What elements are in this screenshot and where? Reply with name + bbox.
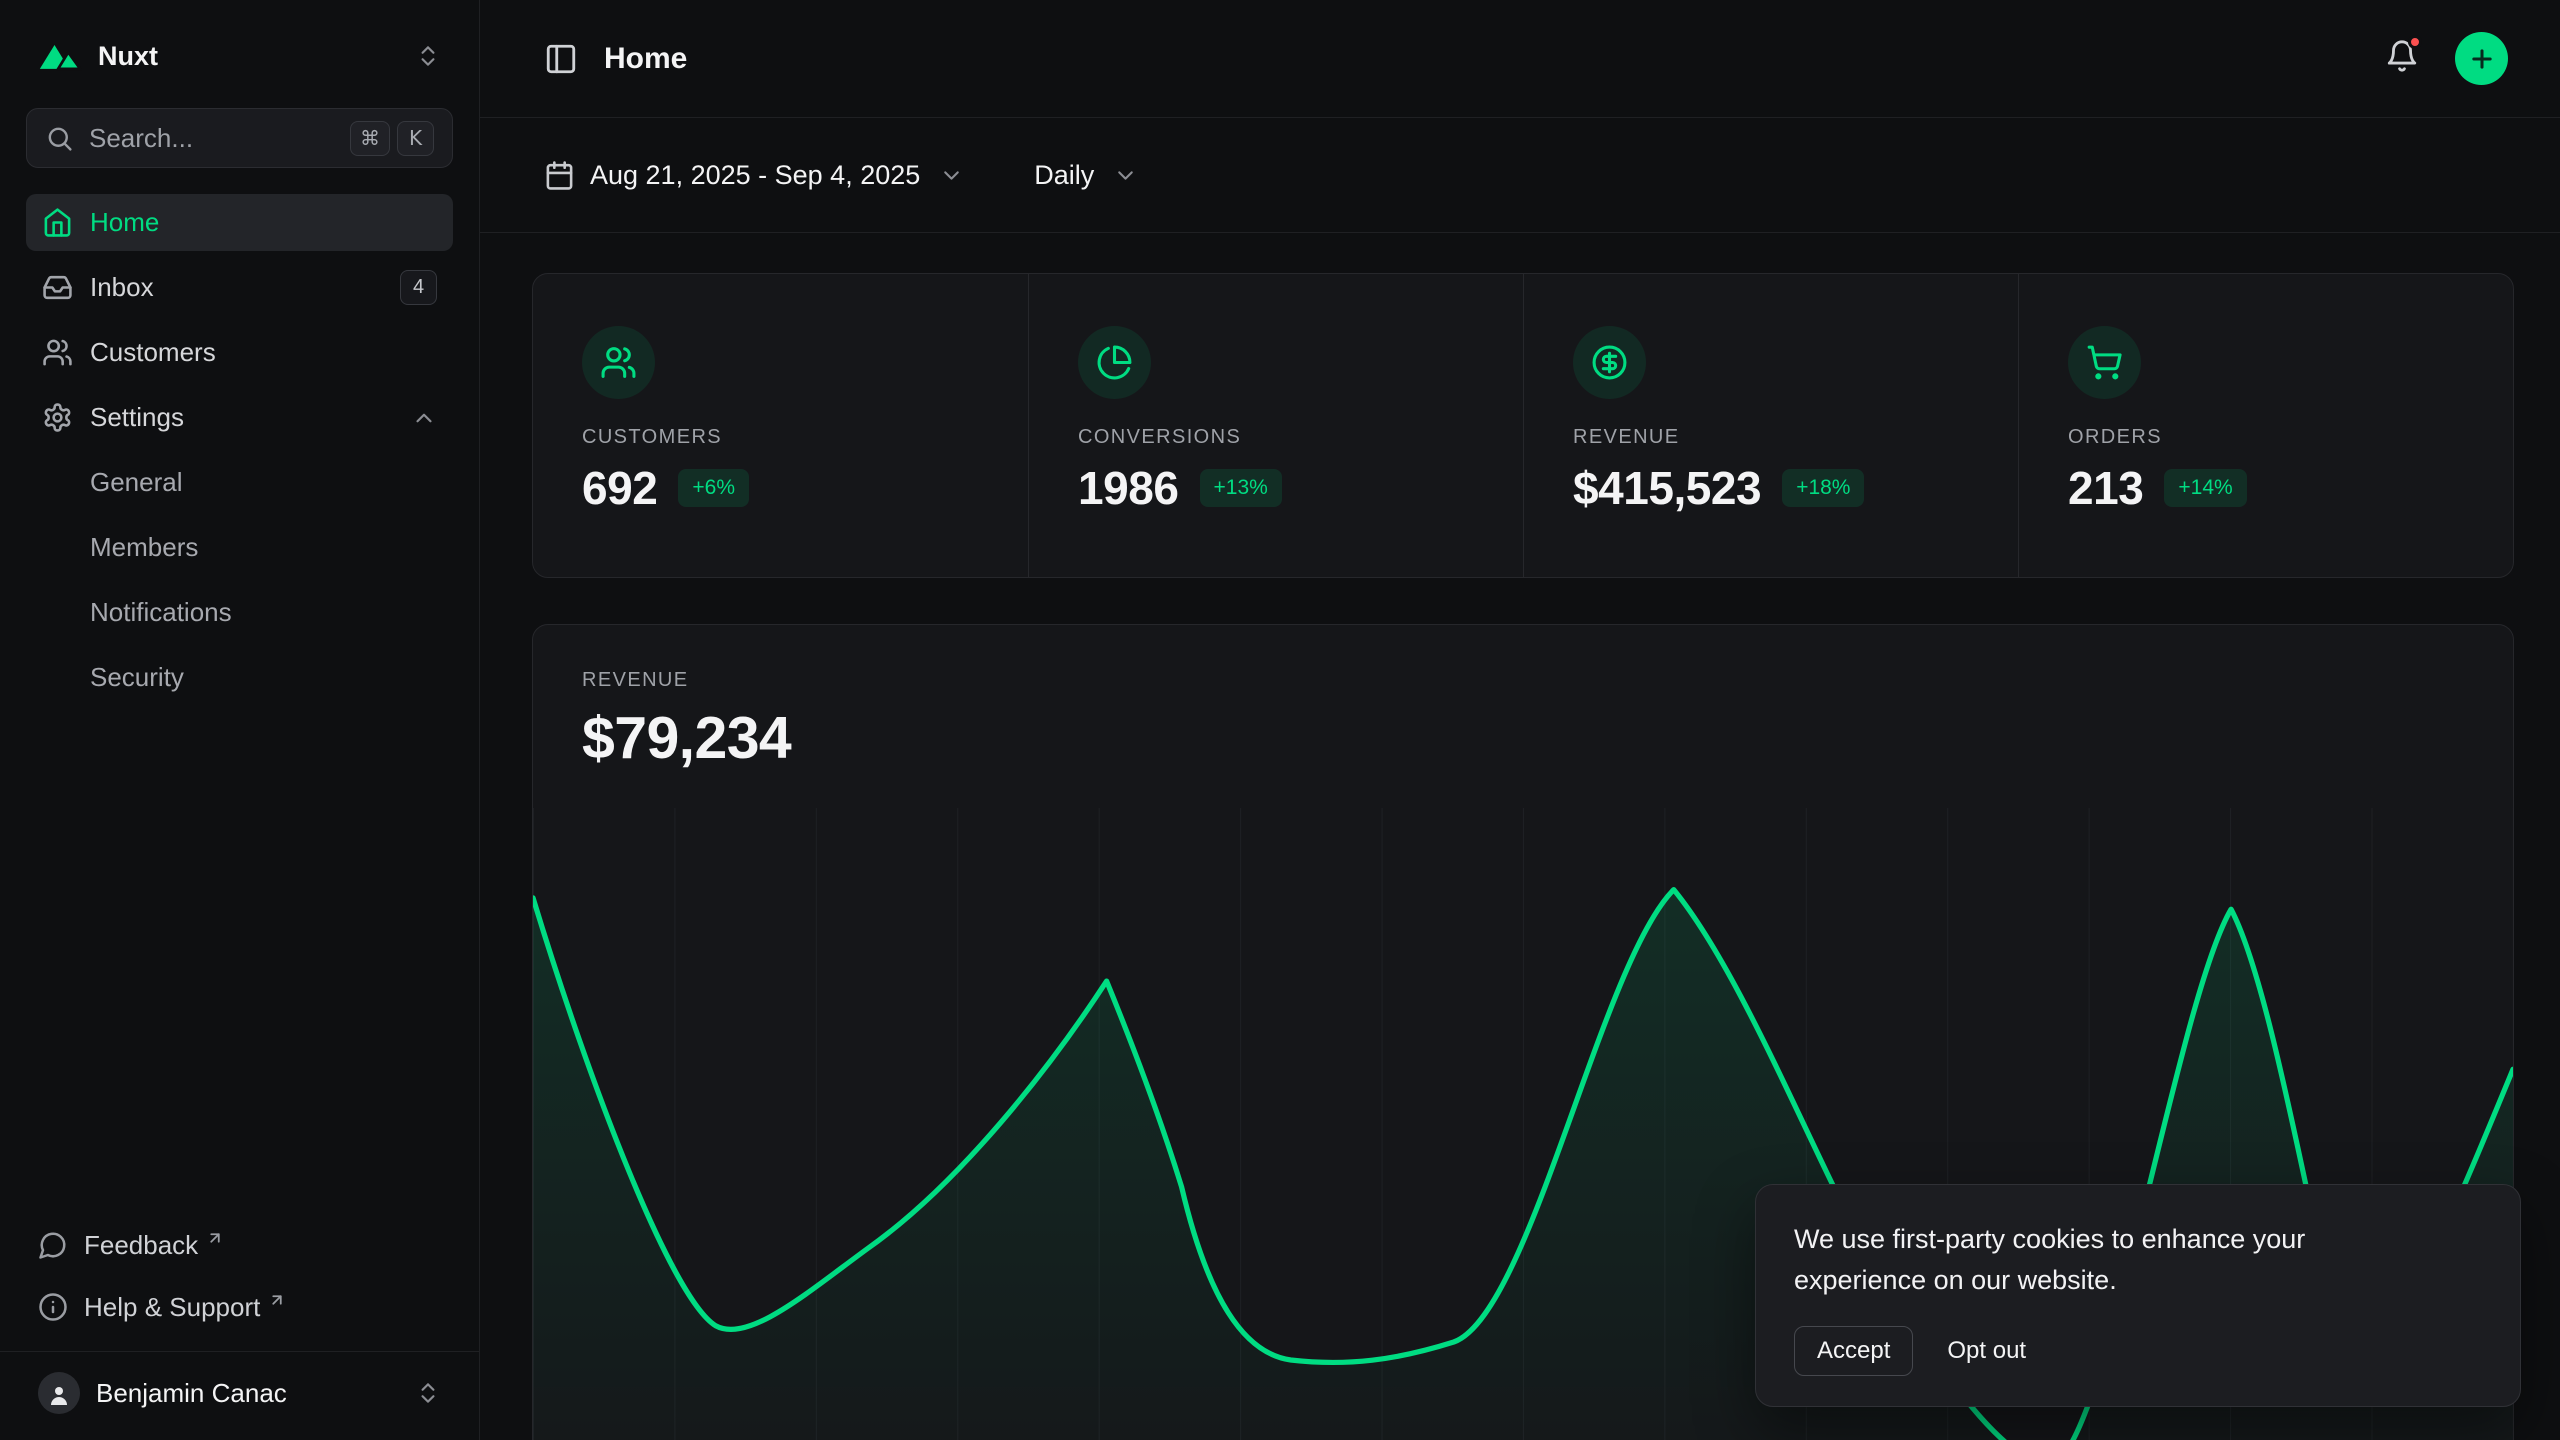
user-menu[interactable]: Benjamin Canac: [26, 1358, 453, 1440]
help-support-link[interactable]: Help & Support: [26, 1279, 453, 1335]
stat-label: ORDERS: [2068, 426, 2513, 449]
users-icon: [582, 326, 655, 399]
stat-label: CUSTOMERS: [582, 426, 1028, 449]
toolbar: Aug 21, 2025 - Sep 4, 2025 Daily: [480, 118, 2560, 233]
cookie-message: We use first-party cookies to enhance yo…: [1794, 1219, 2384, 1300]
chart-total-value: $79,234: [582, 704, 2464, 772]
message-circle-icon: [38, 1230, 68, 1260]
stat-value: $415,523: [1573, 461, 1761, 515]
arrow-up-right-icon: [206, 1229, 224, 1247]
stats-row: CUSTOMERS 692 +6% CONVERSIONS 1986 +13%: [532, 273, 2514, 578]
kbd-key: K: [397, 121, 434, 156]
chevron-down-icon: [1113, 163, 1138, 188]
sidebar-item-settings[interactable]: Settings: [26, 389, 453, 446]
stat-label: REVENUE: [1573, 426, 2018, 449]
shopping-cart-icon: [2068, 326, 2141, 399]
stat-label: CONVERSIONS: [1078, 426, 1523, 449]
users-icon: [42, 337, 73, 368]
sidebar: Nuxt Search... ⌘ K Home Inbox 4: [0, 0, 480, 1440]
plus-icon: [2468, 45, 2496, 73]
stat-delta-badge: +13%: [1200, 469, 1282, 507]
sidebar-footer: Feedback Help & Support Benjamin Canac: [26, 1217, 453, 1440]
stat-value: 213: [2068, 461, 2143, 515]
sidebar-item-notifications[interactable]: Notifications: [26, 584, 453, 641]
sidebar-item-label: Customers: [90, 337, 216, 368]
sidebar-item-customers[interactable]: Customers: [26, 324, 453, 381]
add-button[interactable]: [2455, 32, 2508, 85]
search-input[interactable]: Search... ⌘ K: [26, 108, 453, 168]
stat-delta-badge: +6%: [678, 469, 749, 507]
avatar: [38, 1372, 80, 1414]
stat-card-orders[interactable]: ORDERS 213 +14%: [2018, 274, 2513, 577]
stat-value: 1986: [1078, 461, 1179, 515]
date-range-label: Aug 21, 2025 - Sep 4, 2025: [590, 160, 920, 191]
sidebar-item-inbox[interactable]: Inbox 4: [26, 259, 453, 316]
workspace-switcher[interactable]: Nuxt: [26, 26, 453, 86]
workspace-name: Nuxt: [98, 41, 158, 72]
sidebar-toggle-button[interactable]: [544, 42, 578, 76]
panel-left-icon: [544, 42, 578, 76]
home-icon: [42, 207, 73, 238]
stat-card-revenue[interactable]: REVENUE $415,523 +18%: [1523, 274, 2018, 577]
stat-value: 692: [582, 461, 657, 515]
sidebar-item-label: Settings: [90, 402, 184, 433]
sidebar-nav: Home Inbox 4 Customers Settings General …: [26, 194, 453, 706]
nuxt-logo-icon: [38, 41, 82, 71]
help-support-label: Help & Support: [84, 1292, 260, 1323]
stat-delta-badge: +18%: [1782, 469, 1864, 507]
stat-card-conversions[interactable]: CONVERSIONS 1986 +13%: [1028, 274, 1523, 577]
feedback-link[interactable]: Feedback: [26, 1217, 453, 1273]
circle-dollar-icon: [1573, 326, 1646, 399]
stat-delta-badge: +14%: [2164, 469, 2246, 507]
date-range-picker[interactable]: Aug 21, 2025 - Sep 4, 2025: [544, 160, 964, 191]
divider: [0, 1351, 479, 1352]
feedback-label: Feedback: [84, 1230, 198, 1261]
chart-title: REVENUE: [582, 669, 2464, 692]
chevron-up-icon: [411, 405, 437, 431]
search-shortcut: ⌘ K: [350, 121, 434, 156]
sidebar-item-home[interactable]: Home: [26, 194, 453, 251]
calendar-icon: [544, 160, 575, 191]
search-icon: [45, 124, 74, 153]
chevrons-up-down-icon: [415, 43, 441, 69]
sidebar-item-general[interactable]: General: [26, 454, 453, 511]
topbar-actions: [2385, 32, 2508, 85]
chevron-down-icon: [939, 163, 964, 188]
gear-icon: [42, 402, 73, 433]
page-title: Home: [604, 42, 687, 76]
kbd-meta: ⌘: [350, 121, 390, 156]
notification-dot: [2408, 35, 2422, 49]
info-circle-icon: [38, 1292, 68, 1322]
chevrons-up-down-icon: [415, 1380, 441, 1406]
user-name: Benjamin Canac: [96, 1378, 287, 1409]
sidebar-item-label: Inbox: [90, 272, 154, 303]
search-placeholder: Search...: [89, 123, 193, 154]
sidebar-item-security[interactable]: Security: [26, 649, 453, 706]
cookie-accept-button[interactable]: Accept: [1794, 1326, 1913, 1376]
cookie-optout-button[interactable]: Opt out: [1943, 1327, 2030, 1375]
granularity-label: Daily: [1034, 160, 1094, 191]
granularity-select[interactable]: Daily: [1034, 160, 1138, 191]
topbar: Home: [480, 0, 2560, 118]
sidebar-item-members[interactable]: Members: [26, 519, 453, 576]
pie-chart-icon: [1078, 326, 1151, 399]
stat-card-customers[interactable]: CUSTOMERS 692 +6%: [533, 274, 1028, 577]
sidebar-item-label: Home: [90, 207, 159, 238]
inbox-count-badge: 4: [400, 270, 437, 305]
cookie-consent-toast: We use first-party cookies to enhance yo…: [1755, 1184, 2521, 1407]
inbox-icon: [42, 272, 73, 303]
arrow-up-right-icon: [268, 1291, 286, 1309]
